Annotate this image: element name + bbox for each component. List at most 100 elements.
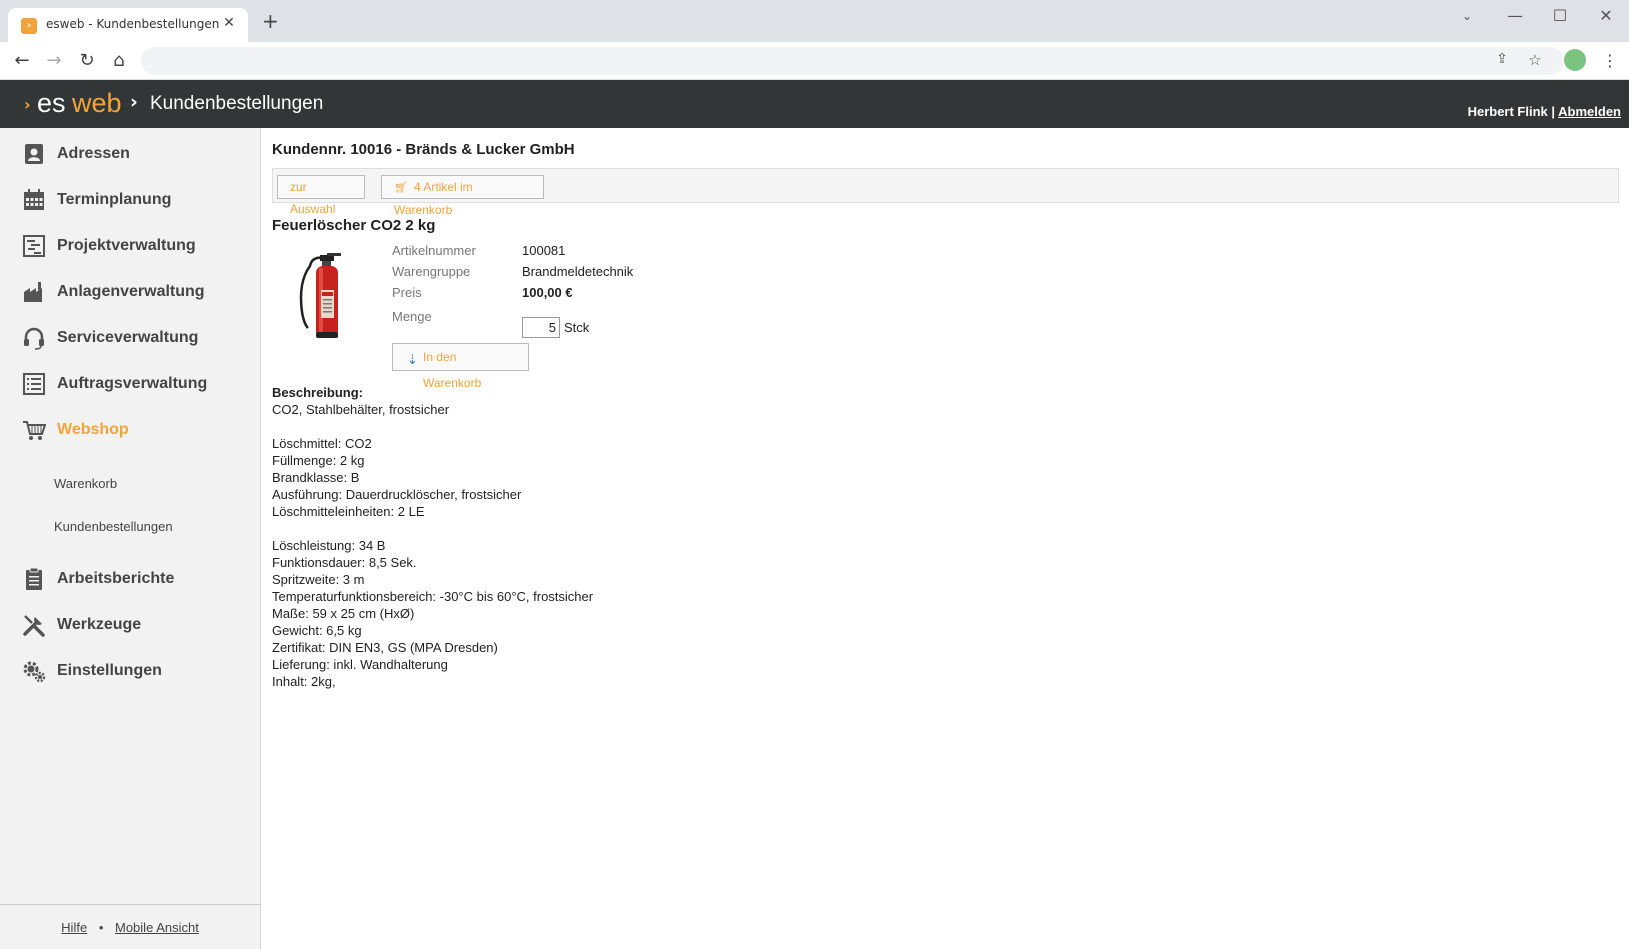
add-to-cart-button[interactable]: ⇣ In den Warenkorb [392,343,529,390]
logo-web: web [72,88,122,118]
description-lines: CO2, Stahlbehälter, frostsicher Löschmitt… [272,401,1172,690]
description-line: Zertifikat: DIN EN3, GS (MPA Dresden) [272,640,498,655]
fire-extinguisher-image [299,253,341,338]
sidebar-footer: Hilfe • Mobile Ansicht [0,904,260,949]
profile-avatar[interactable] [1564,49,1586,71]
quantity-input[interactable] [522,317,560,338]
sidebar-item-label: Auftragsverwaltung [57,375,208,392]
description-line [272,520,1172,537]
description-line: Löschleistung: 34 B [272,538,386,553]
mobile-view-link[interactable]: Mobile Ansicht [115,920,199,935]
description-heading: Beschreibung: [272,385,364,400]
action-bar: zur Auswahl 🛒︎ 4 Artikel im Warenkorb [272,168,1619,217]
tools-icon [23,615,45,637]
product-group-value: Brandmeldetechnik [522,264,634,279]
cart-icon [23,421,46,440]
customer-title: Kundennr. 10016 - Bränds & Lucker GmbH [272,141,575,158]
footer-bullet: • [98,920,104,935]
address-book-icon [25,144,43,164]
sidebar-item-adressen[interactable]: Adressen [0,135,260,175]
sidebar-item-anlagenverwaltung[interactable]: Anlagenverwaltung [0,273,260,313]
sidebar-item-einstellungen[interactable]: Einstellungen [0,652,260,692]
description-line: Löschmittel: CO2 [272,436,372,451]
tab-search-icon[interactable]: ⌄ [1452,9,1482,23]
logo-arrow-icon: › [24,95,31,114]
sidebar-item-label: Webshop [57,421,129,438]
sidebar-item-label: Anlagenverwaltung [57,283,205,300]
article-number-value: 100081 [522,243,566,258]
add-to-basket-icon: ⇣ [407,352,418,367]
sidebar-subitem-warenkorb[interactable]: Warenkorb [54,476,117,491]
gears-icon [23,661,46,683]
price-label: Preis [392,285,422,300]
clipboard-icon [26,567,42,590]
window-close-icon[interactable]: ✕ [1591,6,1621,25]
logout-link[interactable]: Abmelden [1558,104,1621,119]
description-line: Brandklasse: B [272,470,360,485]
sidebar-item-arbeitsberichte[interactable]: Arbeitsberichte [0,560,260,600]
browser-menu-icon[interactable]: ⋮ [1602,51,1618,70]
new-tab-button[interactable]: + [262,11,279,31]
description-line: Inhalt: 2kg, [272,674,336,689]
user-separator: | [1547,104,1559,119]
bookmark-star-icon[interactable]: ☆ [1524,51,1546,69]
help-link[interactable]: Hilfe [61,920,87,935]
logo-es: es [37,88,66,118]
user-area: Herbert Flink | Abmelden [1468,104,1621,119]
description-line: Temperaturfunktionsbereich: -30°C bis 60… [272,589,594,604]
sidebar-item-serviceverwaltung[interactable]: Serviceverwaltung [0,319,260,359]
browser-toolbar: ← → ↻ ⌂ ⇪ ☆ [0,42,1629,80]
reload-icon[interactable]: ↻ [75,49,99,73]
gantt-chart-icon [23,235,45,257]
description-line: Lieferung: inkl. Wandhalterung [272,657,448,672]
browser-tab-bar: › esweb - Kundenbestellungen ✕ + ⌄ — ☐ ✕ [0,0,1629,42]
description-line: Füllmenge: 2 kg [272,453,365,468]
sidebar-item-label: Projektverwaltung [57,237,196,254]
sidebar-item-label: Arbeitsberichte [57,570,175,587]
sidebar-item-auftragsverwaltung[interactable]: Auftragsverwaltung [0,365,260,405]
price-value: 100,00 € [522,285,573,300]
product-description: Beschreibung: CO2, Stahlbehälter, frosts… [272,384,1172,690]
description-line: Spritzweite: 3 m [272,572,365,587]
sidebar-item-webshop[interactable]: Webshop [0,411,260,451]
page-section-title: Kundenbestellungen [150,93,324,114]
sidebar-item-projektverwaltung[interactable]: Projektverwaltung [0,227,260,267]
description-line: Ausführung: Dauerdrucklöscher, frostsich… [272,487,522,502]
article-number-label: Artikelnummer [392,243,476,258]
address-bar[interactable] [141,47,1564,75]
description-line: Maße: 59 x 25 cm (HxØ) [272,606,415,621]
headset-icon [24,327,44,350]
factory-icon [24,282,42,302]
sidebar-item-terminplanung[interactable]: Terminplanung [0,181,260,221]
chevron-right-icon: › [130,91,138,113]
browser-tab[interactable]: › esweb - Kundenbestellungen ✕ [8,8,248,42]
sidebar-item-label: Werkzeuge [57,616,142,633]
cart-icon: 🛒︎ [394,182,408,194]
description-line: Gewicht: 6,5 kg [272,623,362,638]
share-icon[interactable]: ⇪ [1491,51,1513,67]
product-group-label: Warengruppe [392,264,471,279]
sidebar: Adressen Terminplanung Projektverwaltung… [0,128,261,949]
tab-title: esweb - Kundenbestellungen [46,17,220,31]
app-header: › es web › Kundenbestellungen Herbert Fl… [0,80,1629,128]
tab-close-icon[interactable]: ✕ [220,15,238,31]
minimize-icon[interactable]: — [1500,6,1530,25]
quantity-unit: Stck [564,320,590,335]
description-line [272,418,1172,435]
home-icon[interactable]: ⌂ [107,49,131,73]
sidebar-item-werkzeuge[interactable]: Werkzeuge [0,606,260,646]
sidebar-item-label: Terminplanung [57,191,172,208]
sidebar-item-label: Einstellungen [57,662,162,679]
sidebar-item-label: Serviceverwaltung [57,329,199,346]
maximize-icon[interactable]: ☐ [1545,6,1575,25]
back-to-selection-button[interactable]: zur Auswahl [277,175,365,216]
sidebar-item-label: Adressen [57,145,130,162]
cart-button[interactable]: 🛒︎ 4 Artikel im Warenkorb [381,175,544,217]
forward-icon[interactable]: → [42,49,66,73]
product-title: Feuerlöscher CO2 2 kg [272,217,436,234]
back-icon[interactable]: ← [10,49,34,73]
calendar-icon [24,189,44,210]
sidebar-subitem-kundenbestellungen[interactable]: Kundenbestellungen [54,519,173,534]
description-line: Funktionsdauer: 8,5 Sek. [272,555,417,570]
user-name: Herbert Flink [1467,104,1548,119]
